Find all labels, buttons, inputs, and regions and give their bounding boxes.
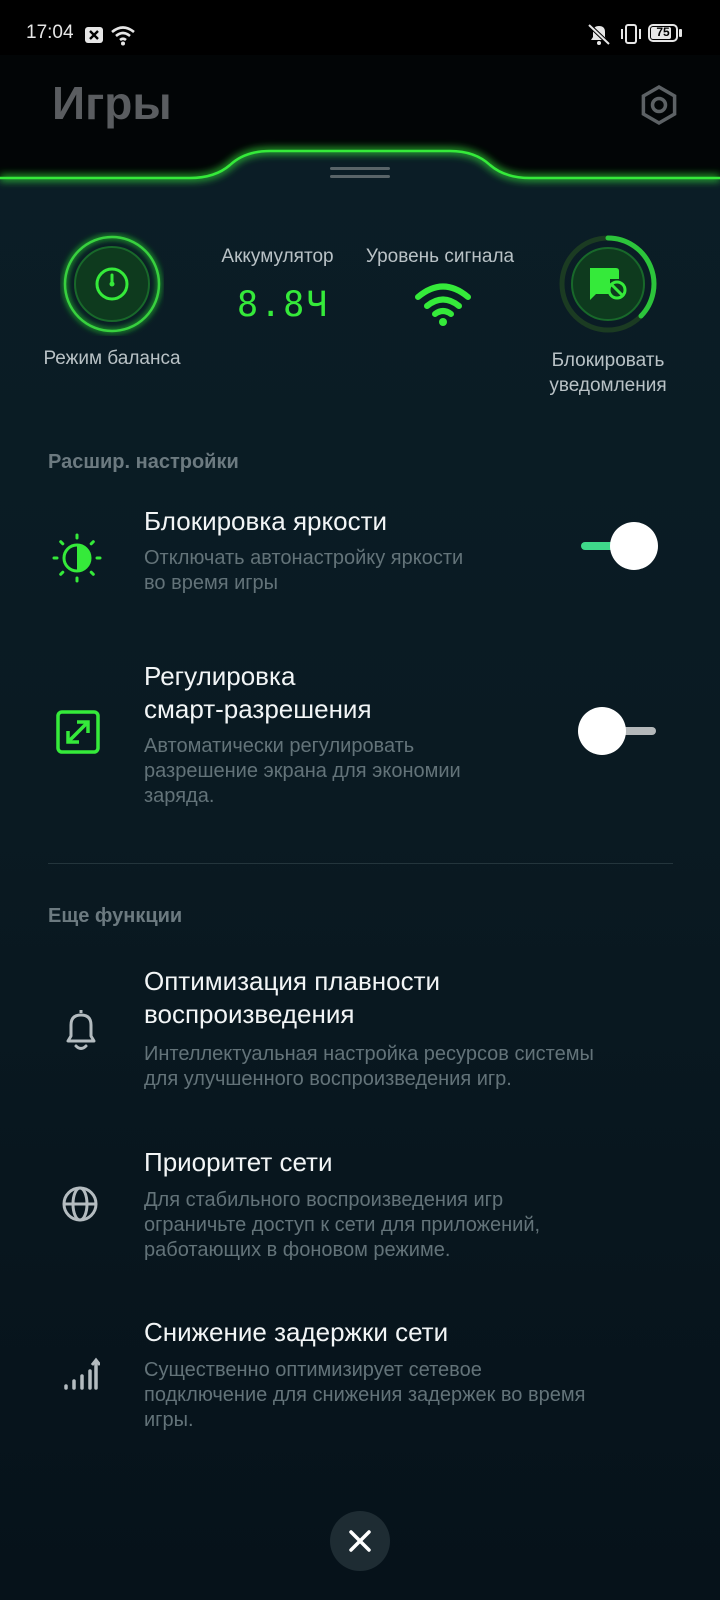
desc-line: Автоматически регулировать bbox=[144, 735, 415, 757]
desc-line: во время игры bbox=[144, 572, 279, 594]
battery-percent: 75 bbox=[656, 25, 670, 39]
smart-resolution-toggle[interactable] bbox=[576, 706, 660, 756]
brightness-lock-toggle[interactable] bbox=[576, 521, 660, 571]
playback-optimization-desc: Интеллектуальная настройка ресурсов сист… bbox=[144, 1042, 594, 1092]
brightness-lock-title: Блокировка яркости bbox=[144, 506, 388, 536]
bell-icon bbox=[66, 1010, 96, 1050]
expand-resolution-icon bbox=[56, 710, 100, 754]
bell-muted-icon bbox=[587, 23, 611, 46]
playback-optimization-title: Оптимизация плавности воспроизведения bbox=[144, 965, 440, 1031]
battery-time-value: 8.8Ч bbox=[237, 285, 330, 325]
brightness-lock-row[interactable]: Блокировка яркости Отключать автонастрой… bbox=[0, 505, 720, 615]
playback-optimization-row[interactable]: Оптимизация плавности воспроизведения Ин… bbox=[0, 965, 720, 1095]
title-line: воспроизведения bbox=[144, 999, 355, 1029]
desc-line: для улучшенного воспроизведения игр. bbox=[144, 1068, 512, 1090]
desc-line: игры. bbox=[144, 1409, 194, 1431]
network-priority-row[interactable]: Приоритет сети Для стабильного воспроизв… bbox=[0, 1146, 720, 1271]
signal-label: Уровень сигнала bbox=[365, 246, 515, 267]
network-priority-desc: Для стабильного воспроизведения игр огра… bbox=[144, 1188, 540, 1263]
globe-icon bbox=[62, 1186, 98, 1222]
network-priority-title: Приоритет сети bbox=[144, 1147, 333, 1177]
signal-bars-icon bbox=[64, 1357, 100, 1390]
block-notifications-label-line2: уведомления bbox=[549, 375, 667, 396]
balance-mode-label: Режим баланса bbox=[43, 348, 181, 369]
desc-line: разрешение экрана для экономии bbox=[144, 760, 461, 782]
block-notifications-label-line1: Блокировать bbox=[551, 350, 665, 371]
network-latency-desc: Существенно оптимизирует сетевое подключ… bbox=[144, 1358, 585, 1433]
title-line: смарт-разрешения bbox=[144, 694, 372, 724]
battery-tip bbox=[679, 29, 682, 37]
title-line: Регулировка bbox=[144, 661, 296, 691]
desc-line: ограничьте доступ к сети для приложений, bbox=[144, 1214, 541, 1236]
vibrate-icon bbox=[621, 24, 641, 44]
block-notifications-label: Блокировать уведомления bbox=[520, 348, 696, 398]
network-latency-row[interactable]: Снижение задержки сети Существенно оптим… bbox=[0, 1316, 720, 1441]
drag-handle[interactable] bbox=[330, 166, 390, 180]
status-bar bbox=[0, 0, 720, 62]
smart-resolution-row[interactable]: Регулировка смарт-разрешения Автоматичес… bbox=[0, 658, 720, 808]
smart-resolution-desc: Автоматически регулировать разрешение эк… bbox=[144, 734, 461, 809]
block-notifications-button[interactable] bbox=[556, 232, 660, 336]
desc-line: работающих в фоновом режиме. bbox=[144, 1239, 451, 1261]
smart-resolution-title: Регулировка смарт-разрешения bbox=[144, 660, 372, 726]
desc-line: Интеллектуальная настройка ресурсов сист… bbox=[144, 1043, 594, 1065]
wifi-icon bbox=[111, 26, 135, 46]
desc-line: Существенно оптимизирует сетевое bbox=[144, 1359, 482, 1381]
title-line: Оптимизация плавности bbox=[144, 966, 441, 996]
brightness-icon bbox=[52, 533, 102, 583]
battery-icon: 75 bbox=[648, 24, 678, 42]
close-button[interactable] bbox=[330, 1511, 390, 1571]
desc-line: подключение для снижения задержек во вре… bbox=[144, 1384, 586, 1406]
network-latency-title: Снижение задержки сети bbox=[144, 1317, 449, 1347]
balance-mode-button[interactable] bbox=[60, 232, 164, 336]
desc-line: заряда. bbox=[144, 785, 215, 807]
brightness-lock-desc: Отключать автонастройку яркости во время… bbox=[144, 546, 463, 596]
status-time: 17:04 bbox=[26, 22, 74, 43]
desc-line: Для стабильного воспроизведения игр bbox=[144, 1189, 504, 1211]
page-title: Игры bbox=[52, 77, 172, 129]
signal-wifi-icon bbox=[415, 283, 471, 326]
section-divider bbox=[48, 863, 673, 864]
settings-hex-icon[interactable] bbox=[638, 84, 680, 126]
section-title-more: Еще функции bbox=[48, 905, 183, 927]
section-title-advanced: Расшир. настройки bbox=[48, 451, 239, 473]
desc-line: Отключать автонастройку яркости bbox=[144, 547, 464, 569]
notification-icon bbox=[85, 27, 103, 43]
battery-label: Аккумулятор bbox=[221, 246, 334, 267]
close-icon bbox=[349, 1530, 371, 1552]
